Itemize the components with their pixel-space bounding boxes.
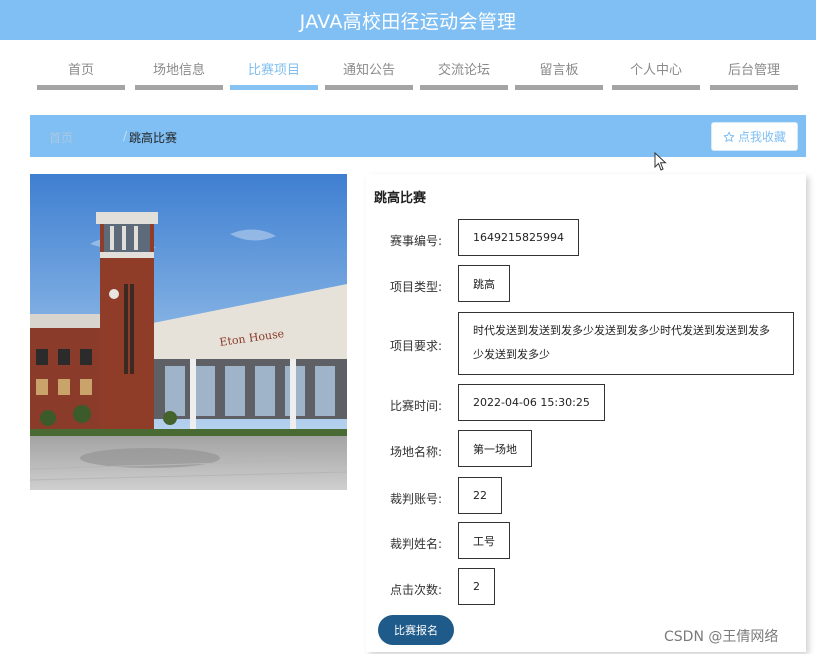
event-photo: Eton House xyxy=(30,174,347,490)
favorite-button[interactable]: 点我收藏 xyxy=(711,122,798,151)
field-value-match-time: 2022-04-06 15:30:25 xyxy=(458,384,605,421)
event-title: 跳高比赛 xyxy=(374,191,427,206)
field-value-referee-account: 22 xyxy=(458,477,502,514)
nav-item-label: 个人中心 xyxy=(629,63,682,78)
favorite-button-label: 点我收藏 xyxy=(737,130,786,144)
nav-item-underline xyxy=(515,85,603,90)
field-label: 项目要求: xyxy=(389,339,442,353)
field-label: 项目类型: xyxy=(389,280,442,294)
site-header: JAVA高校田径运动会管理 xyxy=(0,0,816,40)
breadcrumb: 首页 / 跳高比赛 点我收藏 xyxy=(30,115,806,157)
nav-item-label: 交流论坛 xyxy=(437,63,490,78)
nav-item-forum[interactable]: 交流论坛 xyxy=(420,52,508,90)
breadcrumb-separator: / xyxy=(123,129,128,143)
field-label: 赛事编号: xyxy=(389,234,442,248)
nav-item-label: 后台管理 xyxy=(727,63,780,78)
field-label: 裁判姓名: xyxy=(389,537,442,551)
field-label: 裁判账号: xyxy=(389,492,442,506)
star-outline-icon xyxy=(723,131,735,142)
nav-item-label: 比赛项目 xyxy=(247,63,300,78)
field-label: 点击次数: xyxy=(389,583,442,597)
nav-item-underline xyxy=(135,85,223,90)
field-value-event-id: 1649215825994 xyxy=(458,219,579,256)
nav-item-label: 场地信息 xyxy=(152,63,205,78)
nav-item-underline xyxy=(612,85,700,90)
nav-item-events[interactable]: 比赛项目 xyxy=(230,52,318,90)
nav-item-venues[interactable]: 场地信息 xyxy=(135,52,223,90)
field-label: 场地名称: xyxy=(389,445,442,459)
nav-item-admin[interactable]: 后台管理 xyxy=(710,52,798,90)
nav-item-label: 首页 xyxy=(67,63,94,78)
nav-item-underline xyxy=(230,85,318,90)
nav-item-underline xyxy=(325,85,413,90)
nav-item-underline xyxy=(420,85,508,90)
nav-item-label: 留言板 xyxy=(539,63,579,78)
nav-item-underline xyxy=(710,85,798,90)
field-value-referee-name: 工号 xyxy=(458,522,510,559)
nav-item-underline xyxy=(37,85,125,90)
nav-item-profile[interactable]: 个人中心 xyxy=(612,52,700,90)
field-label: 比赛时间: xyxy=(389,399,442,413)
breadcrumb-home-link[interactable]: 首页 xyxy=(49,129,73,146)
main-nav: 首页 场地信息 比赛项目 通知公告 交流论坛 留言板 个人中心 后台管理 xyxy=(0,52,816,92)
mouse-cursor-icon xyxy=(654,152,667,171)
field-value-venue-name: 第一场地 xyxy=(458,430,532,467)
nav-item-notices[interactable]: 通知公告 xyxy=(325,52,413,90)
apply-button[interactable]: 比赛报名 xyxy=(378,615,454,645)
field-value-click-count: 2 xyxy=(458,568,495,605)
field-value-requirements: 时代发送到发送到发多少发送到发多少时代发送到发送到发多少发送到发多少 xyxy=(458,312,794,375)
nav-item-home[interactable]: 首页 xyxy=(37,52,125,90)
event-detail-panel: 跳高比赛 赛事编号: 1649215825994 项目类型: 跳高 项目要求: … xyxy=(366,174,806,652)
field-value-project-type: 跳高 xyxy=(458,265,510,302)
nav-item-guestbook[interactable]: 留言板 xyxy=(515,52,603,90)
watermark: CSDN @王倩网络 xyxy=(664,629,779,645)
nav-item-label: 通知公告 xyxy=(342,63,395,78)
breadcrumb-current: 跳高比赛 xyxy=(129,131,178,145)
site-title: JAVA高校田径运动会管理 xyxy=(299,10,517,33)
